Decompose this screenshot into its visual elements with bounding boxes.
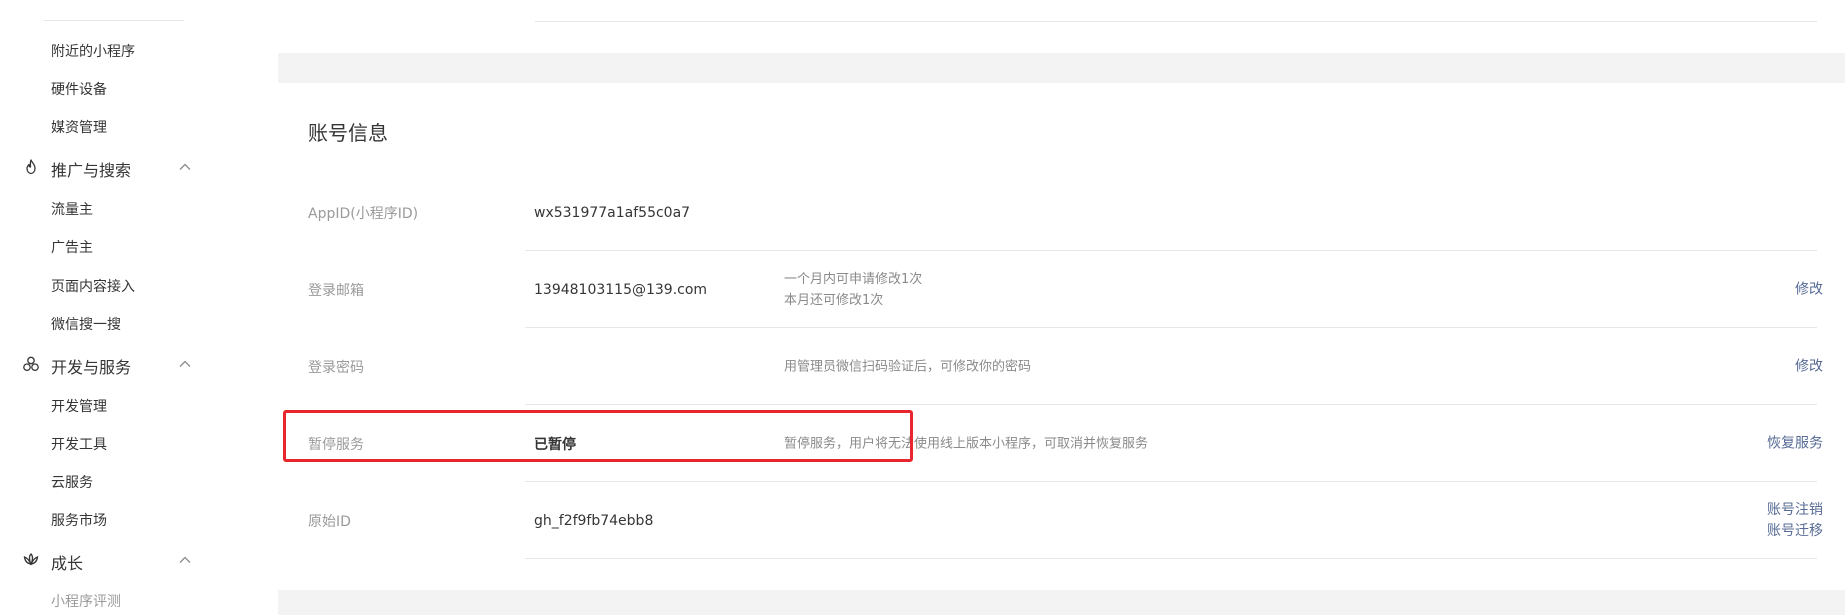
row-actions: 账号注销 账号迁移 (1767, 500, 1823, 542)
sidebar-group-development[interactable]: 开发与服务 (22, 352, 192, 377)
modify-email-link[interactable]: 修改 (1795, 279, 1823, 300)
section-title: 账号信息 (308, 121, 388, 145)
row-value: gh_f2f9fb74ebb8 (534, 512, 654, 529)
row-label: 原始ID (308, 513, 351, 530)
sidebar: 附近的小程序 硬件设备 媒资管理 推广与搜索 流量主 广告主 页面内容接入 微信… (0, 0, 278, 615)
sidebar-item-service-market[interactable]: 服务市场 (51, 510, 107, 530)
row-label: 登录邮箱 (308, 282, 364, 299)
chevron-up-icon[interactable] (178, 160, 192, 174)
flame-icon (26, 159, 36, 175)
sidebar-group-promotion[interactable]: 推广与搜索 (22, 155, 192, 180)
sidebar-item-traffic-owner[interactable]: 流量主 (51, 199, 93, 219)
row-actions: 修改 (1795, 356, 1823, 377)
sidebar-item-cloud-service[interactable]: 云服务 (51, 472, 93, 492)
growth-icon (23, 553, 39, 566)
sidebar-divider (44, 20, 184, 21)
row-divider (525, 558, 1817, 559)
row-appid: AppID(小程序ID) wx531977a1af55c0a7 (278, 174, 1845, 251)
sidebar-item-advertiser[interactable]: 广告主 (51, 237, 93, 257)
sidebar-item-wechat-search[interactable]: 微信搜一搜 (51, 314, 121, 334)
description-line: 暂停服务，用户将无法使用线上版本小程序，可取消并恢复服务 (784, 436, 1149, 451)
cancel-account-link[interactable]: 账号注销 (1767, 500, 1823, 521)
row-login-password: 登录密码 用管理员微信扫码验证后，可修改你的密码 修改 (278, 328, 1845, 405)
sidebar-group-label: 推广与搜索 (51, 161, 132, 180)
row-description: 一个月内可申请修改1次 本月还可修改1次 (784, 269, 922, 311)
chevron-up-icon[interactable] (178, 553, 192, 567)
account-info-card: 账号信息 AppID(小程序ID) wx531977a1af55c0a7 登录邮… (278, 83, 1845, 590)
row-pause-service: 暂停服务 已暂停 暂停服务，用户将无法使用线上版本小程序，可取消并恢复服务 恢复… (278, 405, 1845, 482)
description-line: 本月还可修改1次 (784, 292, 884, 308)
row-value: wx531977a1af55c0a7 (534, 204, 691, 221)
row-login-email: 登录邮箱 13948103115@139.com 一个月内可申请修改1次 本月还… (278, 251, 1845, 328)
row-divider (535, 21, 1817, 22)
sidebar-item-dev-management[interactable]: 开发管理 (51, 396, 107, 416)
sidebar-item-page-content[interactable]: 页面内容接入 (51, 276, 135, 296)
row-description: 用管理员微信扫码验证后，可修改你的密码 (784, 356, 1031, 377)
description-line: 用管理员微信扫码验证后，可修改你的密码 (784, 359, 1032, 374)
sidebar-item-dev-tools[interactable]: 开发工具 (51, 434, 107, 454)
row-description: 暂停服务，用户将无法使用线上版本小程序，可取消并恢复服务 (784, 433, 1148, 454)
resume-service-link[interactable]: 恢复服务 (1767, 433, 1823, 454)
row-value: 13948103115@139.com (534, 281, 708, 298)
chevron-up-icon[interactable] (178, 357, 192, 371)
sidebar-group-label: 开发与服务 (51, 358, 132, 377)
modify-password-link[interactable]: 修改 (1795, 356, 1823, 377)
sidebar-item-hardware[interactable]: 硬件设备 (51, 79, 107, 99)
row-actions: 恢复服务 (1767, 433, 1823, 454)
sidebar-group-label: 成长 (51, 554, 84, 573)
row-label: 暂停服务 (308, 436, 364, 453)
service-status-value: 已暂停 (534, 436, 576, 453)
sidebar-item-evaluation[interactable]: 小程序评测 (51, 591, 121, 611)
row-original-id: 原始ID gh_f2f9fb74ebb8 账号注销 账号迁移 (278, 482, 1845, 559)
row-actions: 修改 (1795, 279, 1823, 300)
sidebar-item-nearby-miniprogram[interactable]: 附近的小程序 (51, 41, 135, 61)
row-label: AppID(小程序ID) (308, 205, 419, 222)
previous-section-card (278, 0, 1845, 53)
description-line: 一个月内可申请修改1次 (784, 271, 923, 287)
row-label: 登录密码 (308, 359, 364, 376)
dev-service-icon (23, 356, 39, 372)
sidebar-item-media[interactable]: 媒资管理 (51, 117, 107, 137)
sidebar-group-growth[interactable]: 成长 (22, 548, 192, 573)
migrate-account-link[interactable]: 账号迁移 (1767, 521, 1823, 542)
